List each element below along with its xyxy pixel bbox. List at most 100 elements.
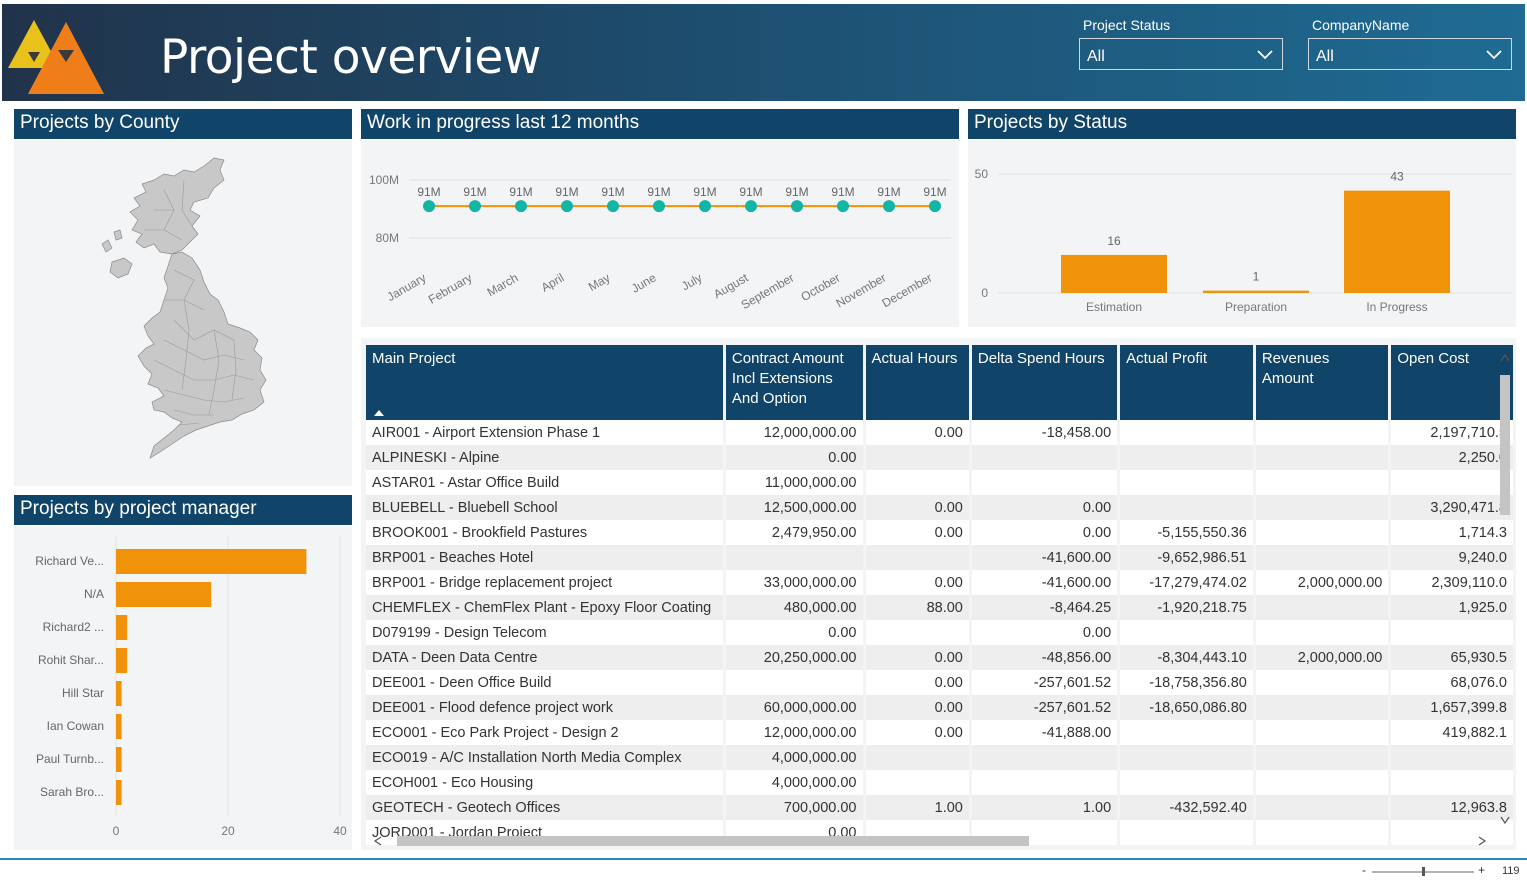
table-cell: 2,000,000.00 — [1255, 570, 1389, 595]
table-row[interactable]: ASTAR01 - Astar Office Build 11,000,000.0… — [366, 470, 1513, 495]
y-category-label: Hill Star — [62, 686, 104, 700]
projects-table-panel: Main Project Contract Amount Incl Extensi… — [361, 338, 1516, 850]
manager-bar — [116, 648, 128, 673]
table-row[interactable]: BROOK001 - Brookfield Pastures 2,479,950.… — [366, 520, 1513, 545]
data-point — [561, 200, 573, 213]
table-cell: -257,601.52 — [971, 695, 1118, 720]
table-cell: ASTAR01 - Astar Office Build — [366, 470, 723, 495]
table-cell — [1391, 620, 1513, 645]
table-horizontal-scrollbar[interactable] — [365, 833, 1495, 849]
y-tick-label: 0 — [981, 286, 988, 300]
table-cell: 0.00 — [865, 720, 969, 745]
column-header[interactable]: Actual Profit — [1120, 345, 1253, 420]
table-row[interactable]: GEOTECH - Geotech Offices 700,000.00 1.00 1… — [366, 795, 1513, 820]
report-header: Project overview Project Status All Comp… — [2, 4, 1525, 101]
company-name-dropdown[interactable]: All — [1308, 38, 1512, 70]
table-cell — [1255, 795, 1389, 820]
column-header[interactable]: Main Project — [366, 345, 723, 420]
zoom-control[interactable]: - + 119 — [1360, 862, 1527, 877]
manager-bar-chart[interactable]: 0 20 40 Richard Ve... N/A Richard2 ... Rohit S… — [14, 526, 352, 850]
x-tick-label: January — [385, 271, 429, 304]
table-cell: BROOK001 - Brookfield Pastures — [366, 520, 723, 545]
table-cell: 0.00 — [865, 520, 969, 545]
table-row[interactable]: ECOH001 - Eco Housing 4,000,000.00 — [366, 770, 1513, 795]
table-cell: 12,000,000.00 — [725, 420, 863, 445]
table-cell — [865, 620, 969, 645]
table-cell — [1120, 745, 1253, 770]
table-row[interactable]: CHEMFLEX - ChemFlex Plant - Epoxy Floor … — [366, 595, 1513, 620]
table-cell — [1391, 470, 1513, 495]
table-row[interactable]: AIR001 - Airport Extension Phase 1 12,000… — [366, 420, 1513, 445]
table-cell — [1391, 770, 1513, 795]
scroll-up-icon — [1500, 353, 1510, 362]
column-header[interactable]: Open Cost — [1391, 345, 1513, 420]
y-tick-label: 100M — [369, 173, 399, 187]
table-cell: 0.00 — [865, 645, 969, 670]
table-cell — [865, 445, 969, 470]
table-cell: 33,000,000.00 — [725, 570, 863, 595]
table-cell: -18,758,356.80 — [1120, 670, 1253, 695]
table-cell: 4,000,000.00 — [725, 770, 863, 795]
table-row[interactable]: ECO019 - A/C Installation North Media Co… — [366, 745, 1513, 770]
county-panel-title: Projects by County — [14, 109, 352, 139]
table-row[interactable]: BRP001 - Beaches Hotel -41,600.00 -9,652,9… — [366, 545, 1513, 570]
y-category-label: Richard Ve... — [35, 554, 104, 568]
uk-map[interactable] — [14, 140, 352, 486]
table-cell: CHEMFLEX - ChemFlex Plant - Epoxy Floor … — [366, 595, 723, 620]
table-cell: 419,882.1 — [1391, 720, 1513, 745]
table-cell: 0.00 — [865, 695, 969, 720]
table-row[interactable]: ECO001 - Eco Park Project - Design 2 12,0… — [366, 720, 1513, 745]
status-bar-chart[interactable]: 50 0 16 Estimation 1 Preparation 43 In Progress — [968, 140, 1516, 327]
table-row[interactable]: ALPINESKI - Alpine 0.00 2,250.0 — [366, 445, 1513, 470]
table-cell — [1255, 545, 1389, 570]
table-cell: 68,076.0 — [1391, 670, 1513, 695]
table-cell: -41,600.00 — [971, 545, 1118, 570]
project-status-dropdown[interactable]: All — [1079, 38, 1283, 70]
table-cell: 0.00 — [865, 420, 969, 445]
x-tick-label: July — [679, 271, 704, 294]
table-cell — [971, 745, 1118, 770]
scroll-left-icon — [373, 836, 382, 846]
table-cell — [1255, 495, 1389, 520]
table-row[interactable]: BRP001 - Bridge replacement project 33,00… — [366, 570, 1513, 595]
table-cell: DEE001 - Deen Office Build — [366, 670, 723, 695]
table-cell: 700,000.00 — [725, 795, 863, 820]
table-cell: -9,652,986.51 — [1120, 545, 1253, 570]
data-point — [469, 200, 481, 213]
status-chart-panel: 50 0 16 Estimation 1 Preparation 43 In Progress — [968, 140, 1516, 327]
table-cell — [1120, 420, 1253, 445]
data-point — [653, 200, 665, 213]
wip-line-chart[interactable]: 100M 80M 91M January 91M February 91M March 91M A… — [361, 140, 959, 327]
table-cell — [1120, 470, 1253, 495]
table-cell — [865, 770, 969, 795]
company-name-value: All — [1316, 48, 1334, 65]
y-category-label: Richard2 ... — [43, 620, 104, 634]
column-header[interactable]: Actual Hours — [865, 345, 969, 420]
table-row[interactable]: D079199 - Design Telecom 0.00 0.00 — [366, 620, 1513, 645]
table-cell: 1,657,399.8 — [1391, 695, 1513, 720]
project-status-value: All — [1087, 48, 1105, 65]
table-cell: 60,000,000.00 — [725, 695, 863, 720]
table-row[interactable]: BLUEBELL - Bluebell School 12,500,000.00 0… — [366, 495, 1513, 520]
data-label: 91M — [877, 185, 900, 199]
table-cell: -17,279,474.02 — [1120, 570, 1253, 595]
column-header[interactable]: Revenues Amount — [1255, 345, 1389, 420]
table-row[interactable]: DEE001 - Flood defence project work 60,00… — [366, 695, 1513, 720]
table-cell — [865, 545, 969, 570]
column-header[interactable]: Delta Spend Hours — [971, 345, 1118, 420]
table-cell — [1255, 770, 1389, 795]
manager-panel-title: Projects by project manager — [14, 495, 352, 525]
table-vertical-scrollbar[interactable] — [1497, 345, 1513, 833]
table-cell — [1255, 445, 1389, 470]
wip-panel-title: Work in progress last 12 months — [361, 109, 959, 139]
projects-table: Main Project Contract Amount Incl Extensi… — [363, 345, 1516, 845]
y-category-label: Paul Turnb... — [36, 752, 104, 766]
column-header[interactable]: Contract Amount Incl Extensions And Opti… — [725, 345, 863, 420]
table-row[interactable]: DATA - Deen Data Centre 20,250,000.00 0.00… — [366, 645, 1513, 670]
table-cell: 2,250.0 — [1391, 445, 1513, 470]
zoom-level: 119 — [1502, 865, 1520, 877]
table-row[interactable]: DEE001 - Deen Office Build 0.00 -257,601.5… — [366, 670, 1513, 695]
company-logo-icon — [8, 20, 104, 94]
table-cell: 1.00 — [865, 795, 969, 820]
table-cell: 20,250,000.00 — [725, 645, 863, 670]
